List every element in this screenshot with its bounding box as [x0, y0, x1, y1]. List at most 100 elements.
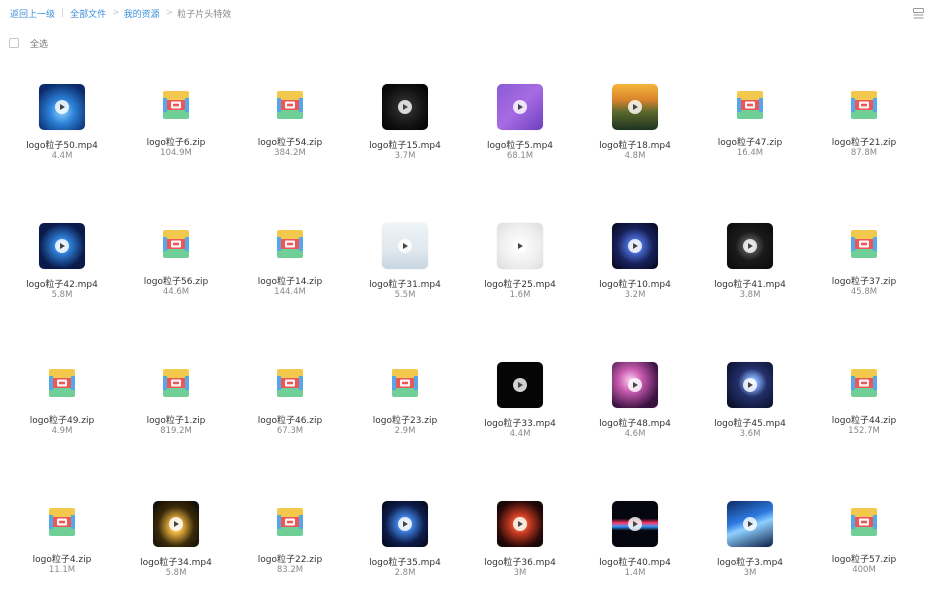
- file-name: logo粒子35.mp4: [369, 558, 441, 568]
- file-item[interactable]: logo粒子49.zip 4.9M: [7, 362, 117, 472]
- file-size: 11.1M: [48, 565, 76, 575]
- file-name: logo粒子14.zip: [257, 277, 323, 287]
- file-name: logo粒子22.zip: [257, 555, 323, 565]
- file-size: 1.6M: [509, 290, 531, 300]
- play-icon: [55, 100, 69, 114]
- file-item[interactable]: logo粒子46.zip 67.3M: [235, 362, 345, 472]
- file-size: 5.8M: [51, 290, 73, 300]
- file-name: logo粒子4.zip: [32, 555, 92, 565]
- play-icon: [513, 100, 527, 114]
- video-thumbnail: [612, 223, 658, 269]
- play-icon: [628, 239, 642, 253]
- file-size: 44.6M: [162, 287, 190, 297]
- file-item[interactable]: logo粒子40.mp4 1.4M: [580, 501, 690, 611]
- zip-file-icon: [277, 230, 303, 258]
- file-item[interactable]: logo粒子48.mp4 4.6M: [580, 362, 690, 472]
- file-name: logo粒子57.zip: [831, 555, 897, 565]
- zip-file-icon: [851, 369, 877, 397]
- video-thumbnail: [39, 223, 85, 269]
- file-item[interactable]: logo粒子15.mp4 3.7M: [350, 84, 460, 194]
- file-item[interactable]: logo粒子10.mp4 3.2M: [580, 223, 690, 333]
- file-item[interactable]: logo粒子57.zip 400M: [809, 501, 919, 611]
- play-icon: [398, 239, 412, 253]
- file-name: logo粒子10.mp4: [599, 280, 671, 290]
- file-item[interactable]: logo粒子37.zip 45.8M: [809, 223, 919, 333]
- file-item[interactable]: logo粒子36.mp4 3M: [465, 501, 575, 611]
- file-size: 3M: [513, 568, 527, 578]
- file-size: 3.2M: [624, 290, 646, 300]
- video-thumbnail: [39, 84, 85, 130]
- file-item[interactable]: logo粒子41.mp4 3.8M: [695, 223, 805, 333]
- file-item[interactable]: logo粒子33.mp4 4.4M: [465, 362, 575, 472]
- file-item[interactable]: logo粒子14.zip 144.4M: [235, 223, 345, 333]
- file-item[interactable]: logo粒子5.mp4 68.1M: [465, 84, 575, 194]
- zip-file-icon: [851, 91, 877, 119]
- file-size: 87.8M: [850, 148, 878, 158]
- file-item[interactable]: logo粒子23.zip 2.9M: [350, 362, 460, 472]
- file-item[interactable]: logo粒子1.zip 819.2M: [121, 362, 231, 472]
- play-icon: [628, 517, 642, 531]
- zip-file-icon: [163, 369, 189, 397]
- file-size: 83.2M: [276, 565, 304, 575]
- play-icon: [743, 378, 757, 392]
- video-thumbnail: [153, 501, 199, 547]
- file-item[interactable]: logo粒子3.mp4 3M: [695, 501, 805, 611]
- zip-file-icon: [277, 369, 303, 397]
- file-item[interactable]: logo粒子34.mp4 5.8M: [121, 501, 231, 611]
- file-size: 4.9M: [51, 426, 73, 436]
- video-thumbnail: [497, 84, 543, 130]
- file-item[interactable]: logo粒子21.zip 87.8M: [809, 84, 919, 194]
- video-thumbnail: [727, 223, 773, 269]
- file-size: 3M: [743, 568, 757, 578]
- file-item[interactable]: logo粒子45.mp4 3.6M: [695, 362, 805, 472]
- file-item[interactable]: logo粒子25.mp4 1.6M: [465, 223, 575, 333]
- zip-file-icon: [49, 508, 75, 536]
- file-name: logo粒子56.zip: [143, 277, 209, 287]
- file-name: logo粒子46.zip: [257, 416, 323, 426]
- file-size: 3.7M: [394, 151, 416, 161]
- zip-file-icon: [851, 230, 877, 258]
- file-name: logo粒子25.mp4: [484, 280, 556, 290]
- file-item[interactable]: logo粒子6.zip 104.9M: [121, 84, 231, 194]
- video-thumbnail: [497, 362, 543, 408]
- file-item[interactable]: logo粒子54.zip 384.2M: [235, 84, 345, 194]
- video-thumbnail: [612, 362, 658, 408]
- play-icon: [55, 239, 69, 253]
- zip-file-icon: [277, 508, 303, 536]
- play-icon: [398, 517, 412, 531]
- video-thumbnail: [382, 84, 428, 130]
- file-name: logo粒子23.zip: [372, 416, 438, 426]
- file-size: 1.4M: [624, 568, 646, 578]
- file-name: logo粒子5.mp4: [486, 141, 554, 151]
- file-name: logo粒子49.zip: [29, 416, 95, 426]
- file-name: logo粒子6.zip: [146, 138, 206, 148]
- file-name: logo粒子45.mp4: [714, 419, 786, 429]
- file-name: logo粒子40.mp4: [599, 558, 671, 568]
- play-icon: [398, 100, 412, 114]
- file-size: 5.5M: [394, 290, 416, 300]
- file-size: 3.8M: [739, 290, 761, 300]
- file-name: logo粒子34.mp4: [140, 558, 212, 568]
- file-size: 5.8M: [165, 568, 187, 578]
- file-item[interactable]: logo粒子47.zip 16.4M: [695, 84, 805, 194]
- file-item[interactable]: logo粒子31.mp4 5.5M: [350, 223, 460, 333]
- file-name: logo粒子41.mp4: [714, 280, 786, 290]
- file-item[interactable]: logo粒子35.mp4 2.8M: [350, 501, 460, 611]
- file-size: 4.4M: [51, 151, 73, 161]
- file-item[interactable]: logo粒子50.mp4 4.4M: [7, 84, 117, 194]
- file-item[interactable]: logo粒子44.zip 152.7M: [809, 362, 919, 472]
- file-grid: logo粒子50.mp4 4.4M logo粒子6.zip 104.9M logo粒…: [0, 0, 942, 594]
- file-name: logo粒子3.mp4: [716, 558, 784, 568]
- video-thumbnail: [727, 501, 773, 547]
- zip-file-icon: [163, 91, 189, 119]
- file-size: 4.8M: [624, 151, 646, 161]
- file-item[interactable]: logo粒子22.zip 83.2M: [235, 501, 345, 611]
- file-size: 16.4M: [736, 148, 764, 158]
- file-item[interactable]: logo粒子4.zip 11.1M: [7, 501, 117, 611]
- file-size: 104.9M: [160, 148, 192, 158]
- file-item[interactable]: logo粒子42.mp4 5.8M: [7, 223, 117, 333]
- zip-file-icon: [392, 369, 418, 397]
- video-thumbnail: [612, 84, 658, 130]
- file-item[interactable]: logo粒子18.mp4 4.8M: [580, 84, 690, 194]
- file-item[interactable]: logo粒子56.zip 44.6M: [121, 223, 231, 333]
